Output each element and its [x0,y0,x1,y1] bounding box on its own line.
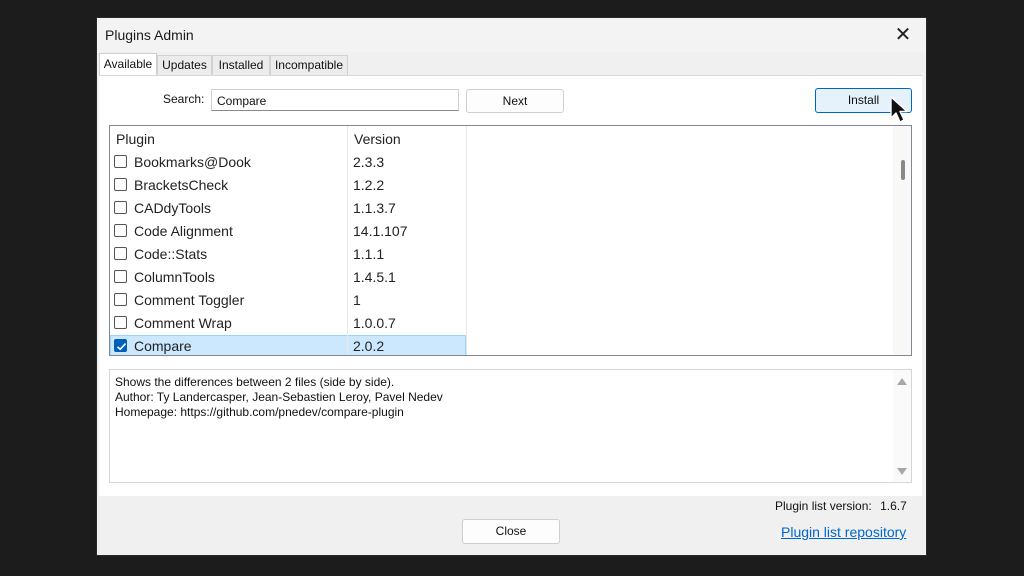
checkmark-icon [116,343,127,351]
tab-available[interactable]: Available [99,53,157,76]
plugin-row-selected[interactable]: Compare 2.0.2 [110,335,466,355]
description-line: Author: Ty Landercasper, Jean-Sebastien … [115,390,443,404]
plugin-checkbox[interactable] [114,178,127,191]
plugin-checkbox-checked[interactable] [114,339,127,352]
column-header-version[interactable]: Version [348,126,467,150]
plugin-row[interactable]: Code::Stats 1.1.1 [110,243,466,266]
plugin-checkbox[interactable] [114,293,127,306]
title-bar: Plugins Admin ✕ [97,18,926,52]
column-divider [466,126,467,355]
tab-installed[interactable]: Installed [212,55,270,75]
plugin-version: 1.1.1 [353,246,385,262]
plugin-row[interactable]: Bookmarks@Dook 2.3.3 [110,151,466,174]
plugin-checkbox[interactable] [114,316,127,329]
plugin-name: Compare [134,338,192,354]
plugin-row[interactable]: Comment Toggler 1 [110,289,466,312]
tab-incompatible[interactable]: Incompatible [270,55,348,75]
column-divider [347,126,348,355]
plugin-list: Plugin Version Bookmarks@Dook 2.3.3 Brac… [109,125,912,356]
plugin-list-version-label: Plugin list version: [775,499,872,513]
close-button[interactable]: Close [462,519,560,544]
close-icon[interactable]: ✕ [888,21,918,49]
column-header-plugin[interactable]: Plugin [110,126,348,150]
plugin-version: 1 [353,292,361,308]
plugin-version: 1.1.3.7 [353,200,396,216]
description-scrollbar[interactable] [893,370,911,482]
mouse-pointer-icon [890,96,908,123]
window-title: Plugins Admin [105,27,194,43]
scroll-down-icon[interactable] [897,468,907,475]
plugin-name: BracketsCheck [134,177,229,193]
search-input[interactable]: Compare [211,89,459,111]
plugin-version: 2.0.2 [353,338,385,354]
description-line: Shows the differences between 2 files (s… [115,375,395,389]
plugin-name: ColumnTools [134,269,215,285]
plugin-list-version-value: 1.6.7 [880,499,907,513]
plugin-checkbox[interactable] [114,247,127,260]
plugin-version: 14.1.107 [353,223,408,239]
description-line: Homepage: https://github.com/pnedev/comp… [115,405,404,419]
scrollbar-thumb[interactable] [901,160,905,180]
plugin-description: Shows the differences between 2 files (s… [109,369,912,483]
plugin-checkbox[interactable] [114,224,127,237]
plugin-version: 1.2.2 [353,177,385,193]
plugin-name: Bookmarks@Dook [134,154,251,170]
plugin-checkbox[interactable] [114,270,127,283]
plugin-name: CADdyTools [134,200,212,216]
plugin-version: 1.0.0.7 [353,315,396,331]
plugin-list-version: Plugin list version: 1.6.7 [775,499,907,513]
plugin-name: Code::Stats [134,246,208,262]
plugin-name: Code Alignment [134,223,233,239]
plugin-checkbox[interactable] [114,201,127,214]
plugin-row[interactable]: BracketsCheck 1.2.2 [110,174,466,197]
plugin-version: 2.3.3 [353,154,385,170]
list-scrollbar[interactable] [893,126,911,355]
tab-updates[interactable]: Updates [157,55,212,75]
plugin-row[interactable]: CADdyTools 1.1.3.7 [110,197,466,220]
plugin-name: Comment Wrap [134,315,232,331]
plugin-name: Comment Toggler [134,292,245,308]
scroll-up-icon[interactable] [897,378,907,385]
next-button[interactable]: Next [466,89,564,113]
plugin-list-repository-link[interactable]: Plugin list repository [781,524,906,540]
plugin-row[interactable]: Comment Wrap 1.0.0.7 [110,312,466,335]
list-header: Plugin Version [110,126,467,150]
plugin-row[interactable]: Code Alignment 14.1.107 [110,220,466,243]
plugin-checkbox[interactable] [114,155,127,168]
search-label: Search: [163,92,205,106]
plugin-version: 1.4.5.1 [353,269,396,285]
plugin-row[interactable]: ColumnTools 1.4.5.1 [110,266,466,289]
